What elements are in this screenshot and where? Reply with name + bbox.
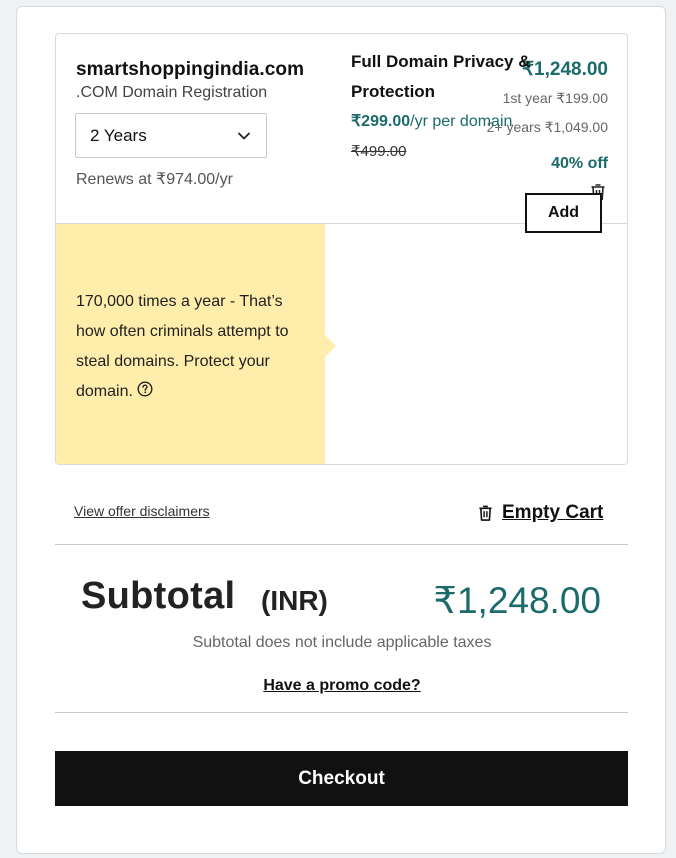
discount-badge: 40% off <box>551 155 608 172</box>
privacy-product-title: Full Domain Privacy & Protection <box>351 52 531 101</box>
divider <box>55 712 628 713</box>
term-select[interactable]: 2 Years <box>75 113 267 158</box>
offer-disclaimers-link[interactable]: View offer disclaimers <box>74 503 210 519</box>
promo-code-link[interactable]: Have a promo code? <box>263 677 420 694</box>
subtotal-currency: (INR) <box>261 585 328 616</box>
help-circle-icon[interactable] <box>137 381 153 397</box>
divider <box>55 544 628 545</box>
promo-code-row: Have a promo code? <box>17 677 667 695</box>
chevron-down-icon <box>238 132 250 140</box>
term-select-value: 2 Years <box>90 126 147 145</box>
empty-cart-label: Empty Cart <box>502 502 604 523</box>
privacy-price-value: ₹299.00 <box>351 113 411 130</box>
cart-panel: smartshoppingindia.com .COM Domain Regis… <box>16 6 666 854</box>
renewal-text: Renews at ₹974.00/yr <box>76 171 233 188</box>
add-privacy-button[interactable]: Add <box>525 193 602 233</box>
privacy-price: ₹299.00/yr per domain <box>351 111 512 131</box>
security-promo-message: 170,000 times a year - That’s how often … <box>76 293 289 400</box>
cart-item-card: smartshoppingindia.com .COM Domain Regis… <box>55 33 628 465</box>
security-promo-text: 170,000 times a year - That’s how often … <box>76 287 316 407</box>
checkout-button[interactable]: Checkout <box>55 751 628 806</box>
product-type: .COM Domain Registration <box>76 84 268 101</box>
promo-arrow <box>324 334 336 358</box>
trash-icon <box>479 505 492 521</box>
subtotal-amount: ₹1,248.00 <box>433 580 601 621</box>
privacy-price-suffix: /yr per domain <box>410 113 513 130</box>
security-promo-panel: 170,000 times a year - That’s how often … <box>56 224 325 464</box>
subtotal-label: Subtotal <box>81 575 236 617</box>
privacy-original-price: ₹499.00 <box>351 143 407 160</box>
domain-name: smartshoppingindia.com <box>76 59 305 80</box>
empty-cart-button[interactable]: Empty Cart <box>478 501 603 525</box>
tax-note: Subtotal does not include applicable tax… <box>192 634 492 651</box>
